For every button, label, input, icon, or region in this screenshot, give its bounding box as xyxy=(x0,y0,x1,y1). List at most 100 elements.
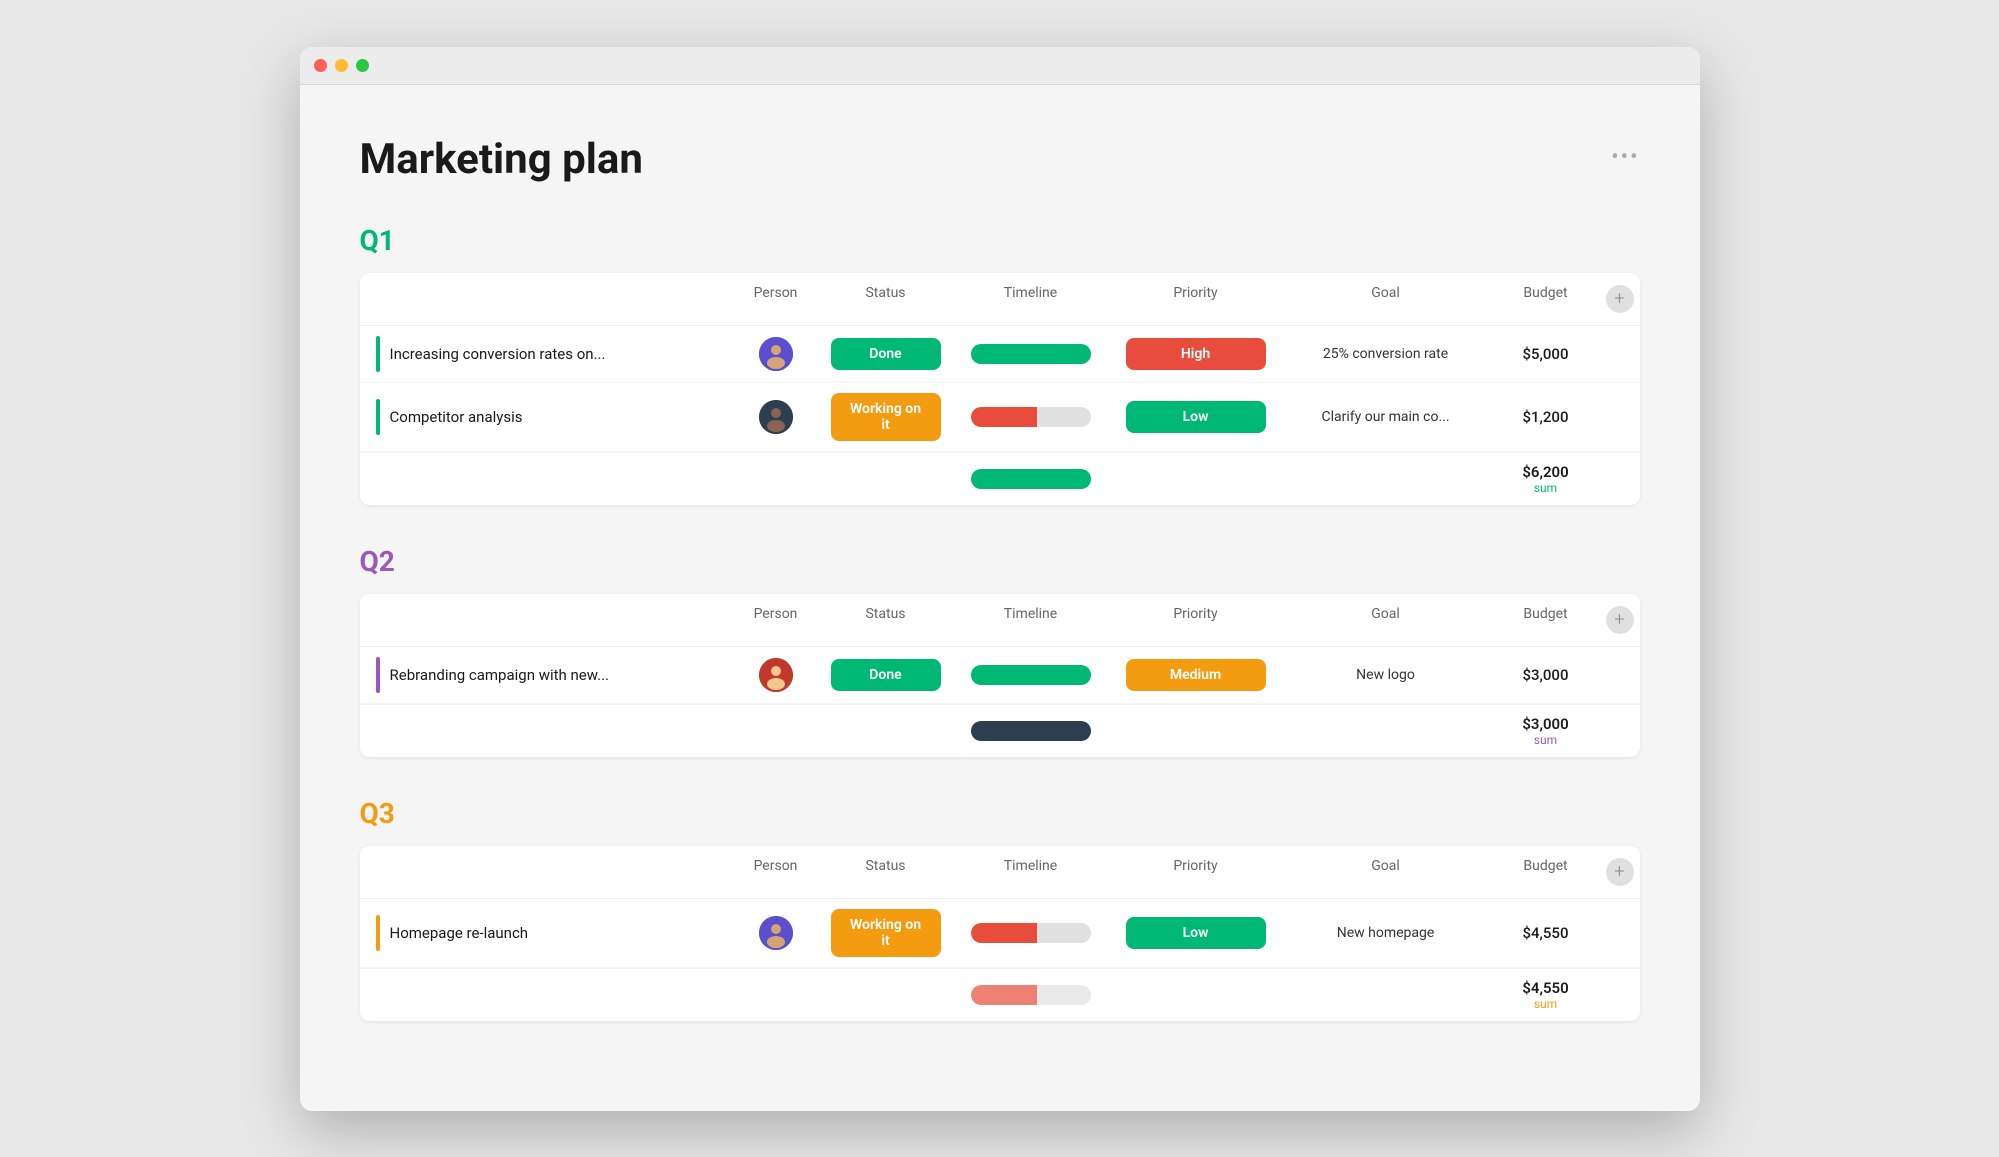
table-row: Homepage re-launch Working on it xyxy=(360,899,1640,968)
row-accent xyxy=(376,399,380,435)
budget-cell: $4,550 xyxy=(1486,924,1606,942)
sum-timeline-fill xyxy=(971,985,1037,1005)
sum-timeline xyxy=(956,985,1106,1005)
task-name: Rebranding campaign with new... xyxy=(390,666,610,684)
section-header-q3: Q3 xyxy=(360,797,1640,830)
col-status: Status xyxy=(816,858,956,886)
row-name-cell: Homepage re-launch xyxy=(376,915,736,951)
traffic-lights xyxy=(314,59,369,72)
col-person: Person xyxy=(736,858,816,886)
more-options-button[interactable]: ••• xyxy=(1611,145,1639,170)
status-cell[interactable]: Working on it xyxy=(816,909,956,957)
task-name: Homepage re-launch xyxy=(390,924,529,942)
status-badge[interactable]: Done xyxy=(831,338,941,370)
person-cell xyxy=(736,337,816,371)
priority-cell[interactable]: Medium xyxy=(1106,659,1286,691)
goal-cell: New logo xyxy=(1286,667,1486,683)
section-q2: Q2 Person Status Timeline Priority Goal … xyxy=(360,545,1640,757)
priority-badge[interactable]: Low xyxy=(1126,917,1266,949)
section-q1: Q1 Person Status Timeline Priority Goal … xyxy=(360,224,1640,505)
section-title-q1: Q1 xyxy=(360,224,395,257)
sum-label: sum xyxy=(1486,733,1606,747)
section-header-q1: Q1 xyxy=(360,224,1640,257)
avatar xyxy=(759,658,793,692)
priority-cell[interactable]: High xyxy=(1106,338,1286,370)
status-badge[interactable]: Working on it xyxy=(831,393,941,441)
goal-cell: Clarify our main co... xyxy=(1286,409,1486,425)
table-q3: Person Status Timeline Priority Goal Bud… xyxy=(360,846,1640,1021)
budget-cell: $1,200 xyxy=(1486,408,1606,426)
sum-amount: $4,550 xyxy=(1486,979,1606,997)
timeline-bar xyxy=(971,923,1091,943)
row-name-cell: Rebranding campaign with new... xyxy=(376,657,736,693)
priority-cell[interactable]: Low xyxy=(1106,401,1286,433)
maximize-button[interactable] xyxy=(356,59,369,72)
timeline-cell xyxy=(956,665,1106,685)
row-name-cell: Competitor analysis xyxy=(376,399,736,435)
col-goal: Goal xyxy=(1286,606,1486,634)
page-title: Marketing plan xyxy=(360,135,643,184)
table-q2: Person Status Timeline Priority Goal Bud… xyxy=(360,594,1640,757)
col-timeline: Timeline xyxy=(956,285,1106,313)
titlebar xyxy=(300,47,1700,85)
app-window: Marketing plan ••• Q1 Person Status Time… xyxy=(300,47,1700,1111)
priority-badge[interactable]: Low xyxy=(1126,401,1266,433)
add-column-button[interactable]: + xyxy=(1606,606,1634,634)
timeline-cell xyxy=(956,407,1106,427)
table-row: Increasing conversion rates on... Don xyxy=(360,326,1640,383)
budget-cell: $3,000 xyxy=(1486,666,1606,684)
col-add: + xyxy=(1606,606,1640,634)
goal-cell: 25% conversion rate xyxy=(1286,346,1486,362)
row-accent xyxy=(376,336,380,372)
sum-timeline-bar-dark xyxy=(971,721,1091,741)
col-person: Person xyxy=(736,606,816,634)
sum-timeline-bar xyxy=(971,985,1091,1005)
row-name-cell: Increasing conversion rates on... xyxy=(376,336,736,372)
section-title-q2: Q2 xyxy=(360,545,395,578)
timeline-bar xyxy=(971,344,1091,364)
person-cell xyxy=(736,916,816,950)
col-add: + xyxy=(1606,858,1640,886)
section-q3: Q3 Person Status Timeline Priority Goal … xyxy=(360,797,1640,1021)
close-button[interactable] xyxy=(314,59,327,72)
table-row: Competitor analysis Working on it xyxy=(360,383,1640,452)
person-cell xyxy=(736,658,816,692)
status-badge[interactable]: Working on it xyxy=(831,909,941,957)
sum-budget-cell: $3,000 sum xyxy=(1486,715,1606,747)
avatar xyxy=(759,400,793,434)
timeline-fill xyxy=(971,407,1037,427)
section-header-q2: Q2 xyxy=(360,545,1640,578)
sum-timeline xyxy=(956,469,1106,489)
col-person: Person xyxy=(736,285,816,313)
person-cell xyxy=(736,400,816,434)
status-cell[interactable]: Done xyxy=(816,659,956,691)
minimize-button[interactable] xyxy=(335,59,348,72)
timeline-cell xyxy=(956,923,1106,943)
timeline-cell xyxy=(956,344,1106,364)
add-column-button[interactable]: + xyxy=(1606,858,1634,886)
row-accent xyxy=(376,657,380,693)
status-cell[interactable]: Working on it xyxy=(816,393,956,441)
add-column-button[interactable]: + xyxy=(1606,285,1634,313)
status-badge[interactable]: Done xyxy=(831,659,941,691)
priority-cell[interactable]: Low xyxy=(1106,917,1286,949)
priority-badge[interactable]: High xyxy=(1126,338,1266,370)
sum-label: sum xyxy=(1486,997,1606,1011)
col-budget: Budget xyxy=(1486,858,1606,886)
col-name xyxy=(376,606,736,634)
table-header-q2: Person Status Timeline Priority Goal Bud… xyxy=(360,594,1640,647)
col-priority: Priority xyxy=(1106,858,1286,886)
sum-timeline-bar xyxy=(971,469,1091,489)
table-header-q1: Person Status Timeline Priority Goal Bud… xyxy=(360,273,1640,326)
timeline-bar xyxy=(971,407,1091,427)
task-name: Increasing conversion rates on... xyxy=(390,345,606,363)
col-priority: Priority xyxy=(1106,606,1286,634)
page-header: Marketing plan ••• xyxy=(360,135,1640,184)
main-content: Marketing plan ••• Q1 Person Status Time… xyxy=(300,85,1700,1111)
col-name xyxy=(376,858,736,886)
timeline-fill xyxy=(971,923,1037,943)
table-q1: Person Status Timeline Priority Goal Bud… xyxy=(360,273,1640,505)
status-cell[interactable]: Done xyxy=(816,338,956,370)
col-budget: Budget xyxy=(1486,285,1606,313)
priority-badge[interactable]: Medium xyxy=(1126,659,1266,691)
